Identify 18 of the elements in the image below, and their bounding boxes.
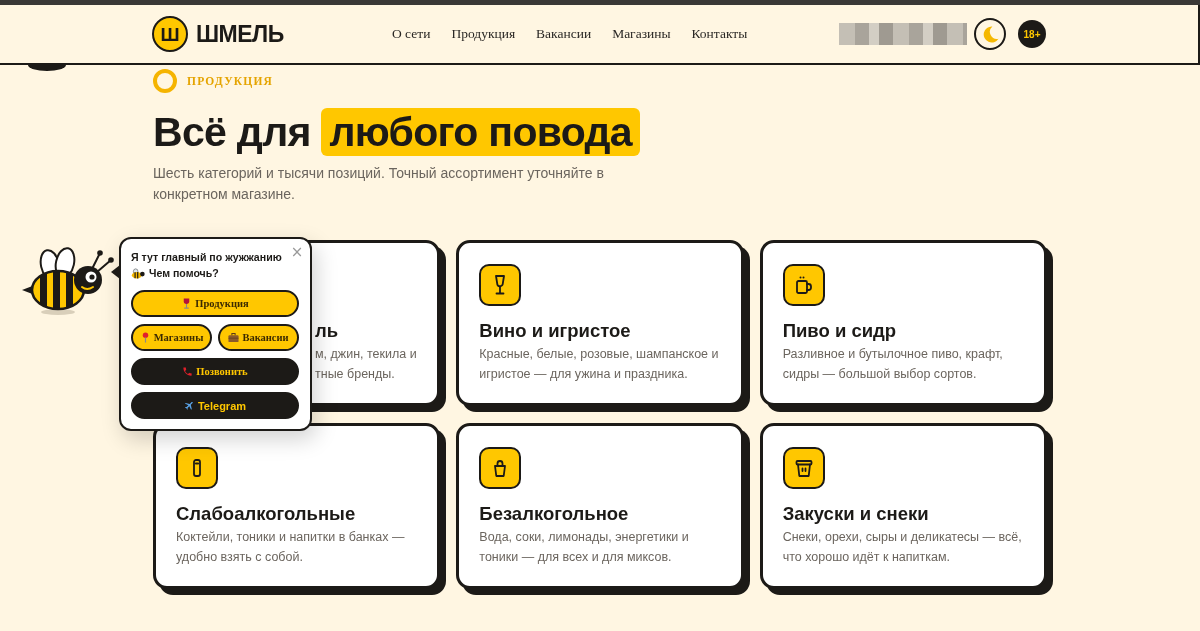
card-description: Вода, соки, лимонады, энергетики и тоники — для всех и для миксов.	[479, 529, 690, 566]
card-description: Коктейли, тоники и напитки в банках — удобно взять с собой.	[176, 529, 406, 566]
card-title: ль	[315, 320, 340, 342]
page-subtitle: Шесть категорий и тысячи позиций. Точный ассортимент уточняйте в конкретном магазине.	[153, 164, 605, 204]
card-title: Пиво и сидр	[782, 320, 898, 342]
card-title: Закуски и снеки	[782, 503, 930, 525]
card-description: Красные, белые, розовые, шампанское и игристое — для ужина и праздника.	[479, 346, 720, 383]
card-title: Безалкогольное	[479, 503, 630, 525]
card-title: Вино и игристое	[479, 320, 632, 342]
card-description: Разливное и бутылочное пиво, крафт, сидры — большой выбор сортов.	[782, 346, 1004, 383]
greeting-text: Я тут главный по жужжанию	[131, 250, 282, 265]
card-title: Слабоалкогольные	[176, 503, 357, 525]
card-description: Снеки, орехи, сыры и деликатесы — всё, что хорошо идёт к напиткам.	[782, 529, 1023, 566]
question-text: Чем помочь?	[149, 266, 219, 281]
age-badge: 18+	[1018, 20, 1046, 48]
section-label: ПРОДУКЦИЯ	[187, 75, 274, 87]
card-description: м, джин, текила и тные бренды.	[315, 346, 418, 383]
page-heading: Всё для любого повода	[153, 108, 1047, 156]
